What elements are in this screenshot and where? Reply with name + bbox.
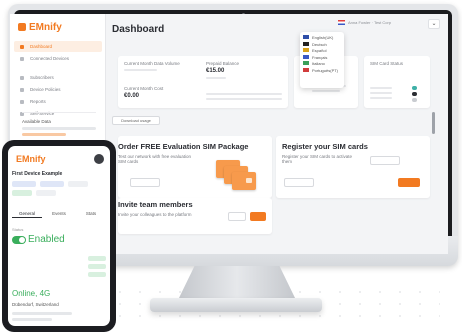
- phone-tabs: General Events Stats: [12, 209, 106, 218]
- status-dot: [412, 92, 417, 96]
- language-dropdown: English(UK) Deutsch Español Français Ita…: [300, 32, 344, 88]
- iccid-input[interactable]: [370, 156, 400, 165]
- placeholder-line: [12, 312, 72, 315]
- sidebar-nav: Dashboard Connected Devices Subscribers …: [10, 40, 106, 120]
- invite-button[interactable]: [250, 212, 266, 221]
- prepaid-balance-value: €15.00: [206, 68, 225, 74]
- order-sim-title: Order FREE Evaluation SIM Package: [118, 142, 249, 151]
- available-data-title: Available Data: [22, 119, 51, 124]
- detail-row: [12, 256, 106, 262]
- sidebar-item-connected-devices[interactable]: Connected Devices: [14, 53, 102, 64]
- detail-pill: [88, 264, 106, 269]
- current-month-cost-value: €0.00: [124, 93, 140, 99]
- sim-chip: [246, 178, 252, 183]
- page-title: Dashboard: [112, 24, 165, 35]
- sidebar-item-subscribers[interactable]: Subscribers: [14, 72, 102, 83]
- avatar[interactable]: [94, 154, 104, 164]
- tag-chip: [40, 181, 64, 187]
- detail-pill: [88, 256, 106, 261]
- placeholder-line: [206, 98, 282, 100]
- quantity-stepper[interactable]: [130, 178, 160, 187]
- placeholder-line: [312, 90, 340, 92]
- detail-row: [12, 264, 106, 270]
- scrollbar[interactable]: [432, 112, 435, 134]
- tag-chip: [68, 181, 88, 187]
- tab-general[interactable]: General: [12, 209, 42, 218]
- flag-icon: [303, 61, 309, 66]
- current-month-data-label: Current Month Data Volume: [124, 61, 180, 66]
- prepaid-balance-label: Prepaid Balance: [206, 61, 240, 66]
- invite-title: Invite team members: [118, 200, 193, 209]
- placeholder-line: [206, 93, 282, 95]
- detail-row: [12, 272, 106, 278]
- online-status: Online, 4G: [12, 289, 51, 298]
- register-sim-title: Register your SIM cards: [282, 142, 368, 151]
- invite-input[interactable]: [228, 212, 246, 221]
- flag-icon: [303, 48, 309, 53]
- phone: EMnify First Device Example General Even…: [2, 140, 116, 332]
- monitor-stand: [178, 266, 296, 300]
- stats-card: Current Month Data Volume Prepaid Balanc…: [118, 56, 288, 108]
- sidebar-item-reports[interactable]: Reports: [14, 96, 102, 107]
- placeholder-line: [370, 97, 392, 99]
- sim-status-card: SIM Card Status: [364, 56, 430, 108]
- language-option[interactable]: Français: [303, 54, 341, 62]
- placeholder-line: [370, 92, 392, 94]
- tab-events[interactable]: Events: [44, 209, 74, 218]
- status-dot: [412, 86, 417, 90]
- language-option[interactable]: Deutsch: [303, 41, 341, 49]
- detail-pill: [88, 272, 106, 277]
- language-option[interactable]: English(UK): [303, 35, 341, 42]
- placeholder-line: [124, 69, 158, 71]
- invite-desc: Invite your colleagues to the platform: [118, 212, 192, 217]
- placeholder-line: [22, 127, 96, 130]
- sidebar-item-device-policies[interactable]: Device Policies: [14, 84, 102, 95]
- monitor-foot: [150, 298, 322, 312]
- flag-icon: [303, 67, 309, 72]
- language-option[interactable]: Português(PT): [303, 67, 341, 75]
- phone-logo: EMnify: [16, 154, 46, 164]
- placeholder-line: [206, 77, 226, 79]
- status-label: Status: [12, 227, 24, 232]
- user-menu[interactable]: Anna Fowler · Test Corp: [338, 20, 418, 27]
- enabled-label: Enabled: [28, 234, 65, 245]
- placeholder-line: [370, 87, 392, 89]
- usage-bar: [22, 133, 67, 136]
- flag-icon: [303, 54, 309, 59]
- app-logo[interactable]: EMnify: [18, 22, 62, 33]
- tab-stats[interactable]: Stats: [76, 209, 106, 218]
- flag-icon: [303, 35, 309, 39]
- enabled-toggle[interactable]: [12, 236, 26, 244]
- tag-chip: [36, 190, 56, 196]
- flag-icon: [338, 20, 345, 25]
- sim-card-image: [232, 172, 256, 190]
- sidebar-item-dashboard[interactable]: Dashboard: [14, 41, 102, 52]
- status-dot: [412, 98, 417, 102]
- register-sim-desc: Register your SIM cards to activate them: [282, 154, 353, 164]
- logo-icon: [18, 23, 26, 31]
- phone-screen: EMnify First Device Example General Even…: [8, 146, 110, 326]
- flag-icon: [303, 41, 309, 46]
- download-usage-button[interactable]: Download usage: [112, 116, 160, 125]
- device-title: First Device Example: [12, 171, 63, 177]
- placeholder-line: [12, 318, 52, 321]
- language-option[interactable]: Español: [303, 48, 341, 55]
- register-button[interactable]: [398, 178, 420, 187]
- register-input[interactable]: [284, 178, 314, 187]
- location-label: Dübendorf, Switzerland: [12, 302, 59, 307]
- order-sim-desc: Test our network with free evaluation SI…: [118, 154, 192, 164]
- language-button[interactable]: ⌄: [428, 19, 440, 29]
- current-month-cost-label: Current Month Cost: [124, 86, 164, 91]
- language-option[interactable]: Italiano: [303, 61, 341, 68]
- sim-card-status-label: SIM Card Status: [370, 61, 404, 66]
- tag-chip: [12, 181, 36, 187]
- tag-chip: [12, 190, 32, 196]
